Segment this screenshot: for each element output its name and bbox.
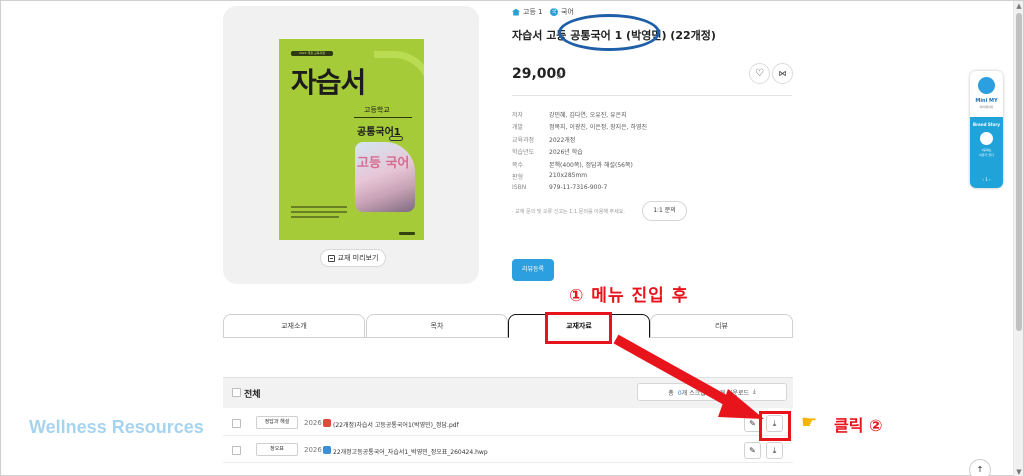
annotation-click: 클릭 ②	[834, 416, 883, 435]
brand-bubble-icon	[980, 132, 993, 145]
subject-tag: 국 국어	[550, 7, 574, 17]
pointing-hand-icon: ☛	[801, 412, 818, 433]
book-cover-school: 고등학교	[364, 106, 390, 114]
book-cover-art-text: 고등 국어	[357, 156, 410, 171]
download-icon[interactable]: ⤓	[766, 442, 783, 459]
watermark: Wellness Resources	[29, 417, 204, 437]
annotation-circle	[558, 14, 660, 51]
scroll-down-arrow-icon[interactable]: ▼	[1015, 467, 1023, 476]
preview-button[interactable]: 교재 미리보기	[320, 249, 386, 267]
resource-year: 2026	[304, 446, 322, 454]
meta-row: 쪽수 본책(400쪽), 정답과 해설(56쪽)	[512, 160, 633, 169]
resource-file-name[interactable]: 22개정고등공통국어_자습서1_박영민_정오표_260424.hwp	[333, 447, 488, 456]
resource-file-name[interactable]: (22개정)자습서 고등공통국어1(박영민)_정답.pdf	[333, 420, 459, 429]
mini-my-subtitle: 마이페이지	[979, 105, 994, 109]
preview-button-label: 교재 미리보기	[337, 254, 379, 262]
mini-my-avatar-icon	[978, 77, 995, 94]
level-tag-label: 고등 1	[523, 8, 543, 16]
inquiry-notice: · 교재 문의 및 오류 신고는 1:1 문의를 이용해 주세요.	[512, 209, 625, 215]
meta-row: 저자 강민혜, 김다연, 오유진, 유은지	[512, 110, 627, 119]
select-all-label: 전체	[244, 390, 261, 400]
row-checkbox[interactable]	[232, 419, 241, 428]
meta-row: ISBN 979-11-7316-900-7	[512, 184, 607, 191]
qna-button[interactable]: 1:1 문의	[642, 201, 687, 221]
resource-year: 2026	[304, 419, 322, 427]
meta-value: 979-11-7316-900-7	[549, 184, 608, 192]
row-checkbox[interactable]	[232, 446, 241, 455]
meta-row: 교육과정 2022개정	[512, 135, 575, 144]
level-tag: 고등 1	[512, 7, 543, 17]
mini-my-title: Mini MY	[975, 98, 998, 104]
meta-value: 2022개정	[549, 136, 576, 144]
scroll-top-button[interactable]: ↑	[969, 459, 991, 476]
book-cover-arc	[374, 51, 424, 131]
price-unit: 원	[556, 73, 562, 80]
resource-type-chip: 정오표	[256, 443, 298, 456]
meta-value: 강민혜, 김다연, 오유진, 유은지	[549, 112, 627, 119]
book-cover-image: 2022 개정 교육과정 자습서 고등학교 공통국어1 고등 국어	[279, 39, 424, 240]
home-icon	[512, 8, 520, 16]
annotation-download-highlight	[759, 411, 791, 441]
brand-story-line2: 이유가 있다	[979, 153, 994, 157]
meta-value: 본책(400쪽), 정답과 해설(56쪽)	[549, 161, 633, 169]
review-register-button[interactable]: 리뷰등록	[512, 259, 554, 281]
meta-row: 판형 210x285mm	[512, 172, 587, 181]
annotation-tab-highlight	[545, 312, 612, 344]
meta-key: 교육과정	[512, 136, 535, 144]
meta-key: 개발	[512, 124, 524, 132]
meta-value: 210x285mm	[549, 172, 588, 179]
pdf-file-icon	[323, 419, 331, 427]
select-all-checkbox[interactable]	[232, 388, 241, 397]
book-cover-badge	[389, 136, 403, 141]
meta-key: 저자	[512, 112, 524, 119]
meta-key: 판형	[512, 174, 524, 181]
book-cover-rule	[354, 117, 412, 118]
brand-story-text: 1등에는 이유가 있다	[970, 148, 1003, 158]
tab-contents[interactable]: 목차	[366, 314, 508, 338]
book-cover-blurb-line	[291, 211, 347, 213]
annotation-step1: ① 메뉴 진입 후	[569, 286, 689, 306]
share-icon[interactable]: ⋈	[772, 63, 793, 84]
subject-tag-label: 국어	[561, 8, 574, 16]
scroll-up-arrow-icon[interactable]: ▲	[1015, 1, 1023, 11]
book-cover-top-label: 2022 개정 교육과정	[291, 51, 333, 56]
tab-intro[interactable]: 교재소개	[223, 314, 365, 338]
hwp-file-icon	[323, 446, 331, 454]
book-cover-publisher-logo	[399, 232, 415, 235]
scrollbar-thumb[interactable]	[1016, 13, 1022, 331]
book-cover-blurb-line	[291, 216, 339, 218]
book-preview-icon	[327, 254, 335, 262]
vertical-scrollbar[interactable]: ▲ ▼	[1013, 1, 1023, 476]
meta-key: 학습년도	[512, 149, 535, 157]
info-divider	[512, 95, 792, 96]
brand-story-title: Brand Story	[973, 122, 1000, 127]
resource-row: 정오표 2026 22개정고등공통국어_자습서1_박영민_정오표_260424.…	[223, 438, 793, 463]
mini-my-widget[interactable]: Mini MY 마이페이지 Brand Story 1등에는 이유가 있다 ‹ …	[970, 71, 1003, 188]
pin-icon[interactable]: ✎	[744, 442, 761, 459]
book-cover-title: 자습서	[291, 66, 366, 99]
meta-value: 2026년 학습	[549, 149, 583, 157]
meta-key: 쪽수	[512, 161, 524, 169]
book-cover-blurb-line	[291, 206, 347, 208]
meta-key: ISBN	[512, 184, 527, 192]
brand-story-pagination[interactable]: ‹ 1 ›	[970, 177, 1003, 182]
meta-row: 개발 정목지, 이광진, 이은정, 장지은, 하영진	[512, 122, 647, 131]
heart-icon[interactable]: ♡	[749, 63, 770, 84]
brand-story-banner[interactable]: Brand Story 1등에는 이유가 있다 ‹ 1 ›	[970, 117, 1003, 188]
resource-type-chip: 정답과 해설	[256, 416, 298, 429]
annotation-arrow	[613, 334, 764, 419]
meta-value: 정목지, 이광진, 이은정, 장지은, 하영진	[549, 124, 648, 132]
meta-row: 학습년도 2026년 학습	[512, 147, 583, 156]
subject-badge-icon: 국	[550, 8, 558, 16]
